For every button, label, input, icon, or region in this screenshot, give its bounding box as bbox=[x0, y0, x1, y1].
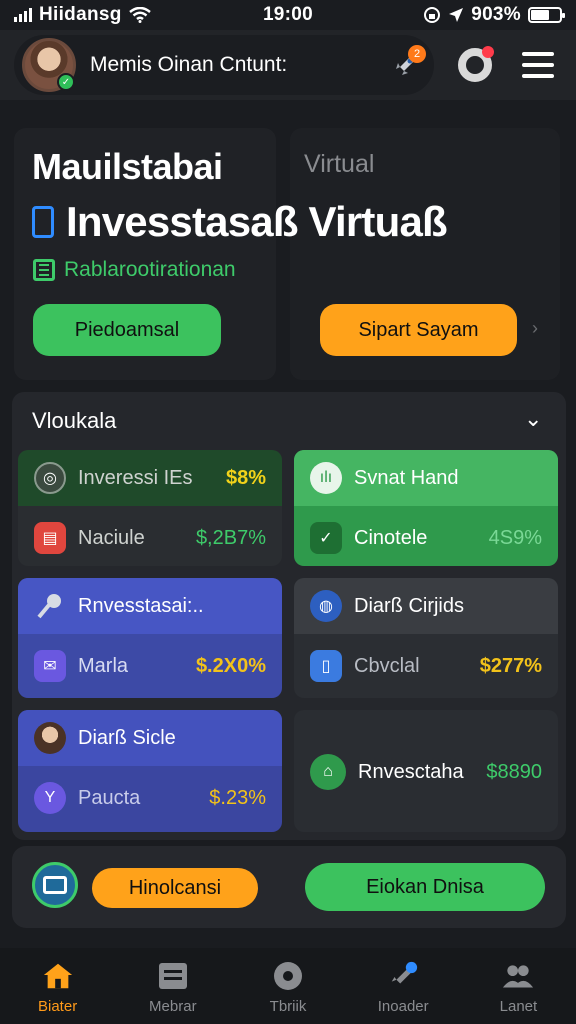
card-label: Cinotele bbox=[354, 526, 428, 549]
y-icon: Y bbox=[34, 782, 66, 814]
layout-icon[interactable] bbox=[32, 862, 78, 908]
card-label: Svnat Hand bbox=[354, 466, 459, 489]
card-label: Diarß Sicle bbox=[78, 726, 176, 749]
card-label: Paucta bbox=[78, 786, 141, 809]
card-1[interactable]: ◎ Inveressi IEs $8% ▤ Naciule $,2B7% bbox=[18, 450, 282, 566]
card-value: $8% bbox=[225, 466, 266, 489]
nav-item-users[interactable]: Lanet bbox=[461, 948, 576, 1024]
nav-item-home[interactable]: Biater bbox=[0, 948, 115, 1024]
nav-label: Tbriik bbox=[269, 998, 307, 1015]
card-4[interactable]: ◍ Diarß Cirjids ▯ Cbvclal $277% bbox=[294, 578, 558, 698]
nav-label: Lanet bbox=[499, 998, 538, 1015]
app-header: ✓ Memis Oinan Cntunt: 2 bbox=[0, 30, 576, 100]
battery-percent: 903% bbox=[471, 4, 521, 25]
card-3[interactable]: Rnvesstasai:.. ✉ Marla $.2X0% bbox=[18, 578, 282, 698]
book-icon: ▯ bbox=[310, 650, 342, 682]
globe-icon: ◍ bbox=[310, 590, 342, 622]
profile-pill[interactable]: ✓ Memis Oinan Cntunt: 2 bbox=[14, 35, 434, 95]
nav-label: Mebrar bbox=[149, 998, 197, 1015]
card-value: $277% bbox=[479, 654, 542, 677]
avatar[interactable]: ✓ bbox=[22, 38, 76, 92]
hero-heading: Invesstasaß Virtuaß bbox=[66, 198, 448, 245]
card-6[interactable]: ⌂ Rnvesctaha $8890 bbox=[294, 710, 558, 832]
list-icon bbox=[33, 259, 55, 281]
card-label: Cbvclal bbox=[354, 654, 420, 677]
person-avatar bbox=[34, 722, 66, 754]
nav-label: Inoader bbox=[377, 998, 429, 1015]
nav-item-news[interactable]: Mebrar bbox=[115, 948, 230, 1024]
battery-icon bbox=[528, 7, 565, 23]
chevron-down-icon[interactable]: ⌄ bbox=[524, 406, 542, 432]
profile-name: Memis Oinan Cntunt: bbox=[90, 53, 288, 76]
wifi-icon bbox=[128, 7, 151, 23]
card-label: Rnvesctaha bbox=[358, 760, 464, 783]
card-value: $,2B7% bbox=[195, 526, 266, 549]
rocket-nav-icon bbox=[387, 960, 419, 992]
news-icon bbox=[157, 960, 189, 992]
building-icon: ⌂ bbox=[310, 754, 346, 790]
document-icon: ▤ bbox=[34, 522, 66, 554]
orange-action-button[interactable]: Hinolcansi bbox=[92, 868, 258, 908]
primary-button[interactable]: Piedoamsal bbox=[33, 304, 221, 356]
activity-ring-icon[interactable] bbox=[458, 46, 494, 82]
card-label: Diarß Cirjids bbox=[354, 594, 464, 617]
hero-virtual-label: Virtual bbox=[304, 150, 375, 178]
rocket-button[interactable]: 2 bbox=[386, 45, 426, 85]
card-label: Marla bbox=[78, 654, 129, 677]
section-title: Vloukala bbox=[32, 408, 117, 433]
carrier-name: Hiidansg bbox=[39, 4, 122, 25]
card-2[interactable]: ılı Svnat Hand ✓ Cinotele 4S9% bbox=[294, 450, 558, 566]
lock-rotation-icon bbox=[424, 7, 441, 23]
mail-icon: ✉ bbox=[34, 650, 66, 682]
nav-label: Biater bbox=[38, 998, 78, 1015]
chart-bar-icon: ılı bbox=[310, 462, 342, 494]
record-icon bbox=[272, 960, 304, 992]
home-icon bbox=[42, 960, 74, 992]
notification-badge: 2 bbox=[408, 45, 426, 63]
nav-item-loader[interactable]: Inoader bbox=[346, 948, 461, 1024]
card-value: 4S9% bbox=[488, 526, 542, 549]
card-label: Inveressi IEs bbox=[78, 466, 193, 489]
location-icon bbox=[449, 8, 464, 22]
microphone-icon bbox=[34, 590, 66, 622]
users-icon bbox=[502, 960, 534, 992]
hamburger-menu-icon[interactable] bbox=[522, 52, 554, 78]
phone-icon bbox=[32, 206, 54, 238]
target-icon: ◎ bbox=[34, 462, 66, 494]
hero-title: Mauilstabai bbox=[32, 146, 223, 187]
card-value: $.23% bbox=[209, 786, 266, 809]
card-value: $8890 bbox=[486, 760, 542, 783]
arrow-icon: › bbox=[532, 318, 538, 338]
hero-subtitle: Rablarootirationan bbox=[64, 258, 236, 281]
nav-item-track[interactable]: Tbriik bbox=[230, 948, 345, 1024]
card-label: Naciule bbox=[78, 526, 145, 549]
online-check-icon: ✓ bbox=[57, 73, 75, 91]
status-bar: Hiidansg 19:00 903% bbox=[0, 0, 576, 30]
card-label: Rnvesstasai:.. bbox=[78, 594, 204, 617]
bottom-nav: Biater Mebrar Tbriik Inoader Lanet bbox=[0, 948, 576, 1024]
green-action-button[interactable]: Eiokan Dnisa bbox=[305, 863, 545, 911]
card-value: $.2X0% bbox=[195, 654, 266, 677]
signal-icon bbox=[14, 8, 32, 22]
check-icon: ✓ bbox=[310, 522, 342, 554]
card-5[interactable]: Diarß Sicle Y Paucta $.23% bbox=[18, 710, 282, 832]
start-button[interactable]: Sipart Sayam bbox=[320, 304, 517, 356]
